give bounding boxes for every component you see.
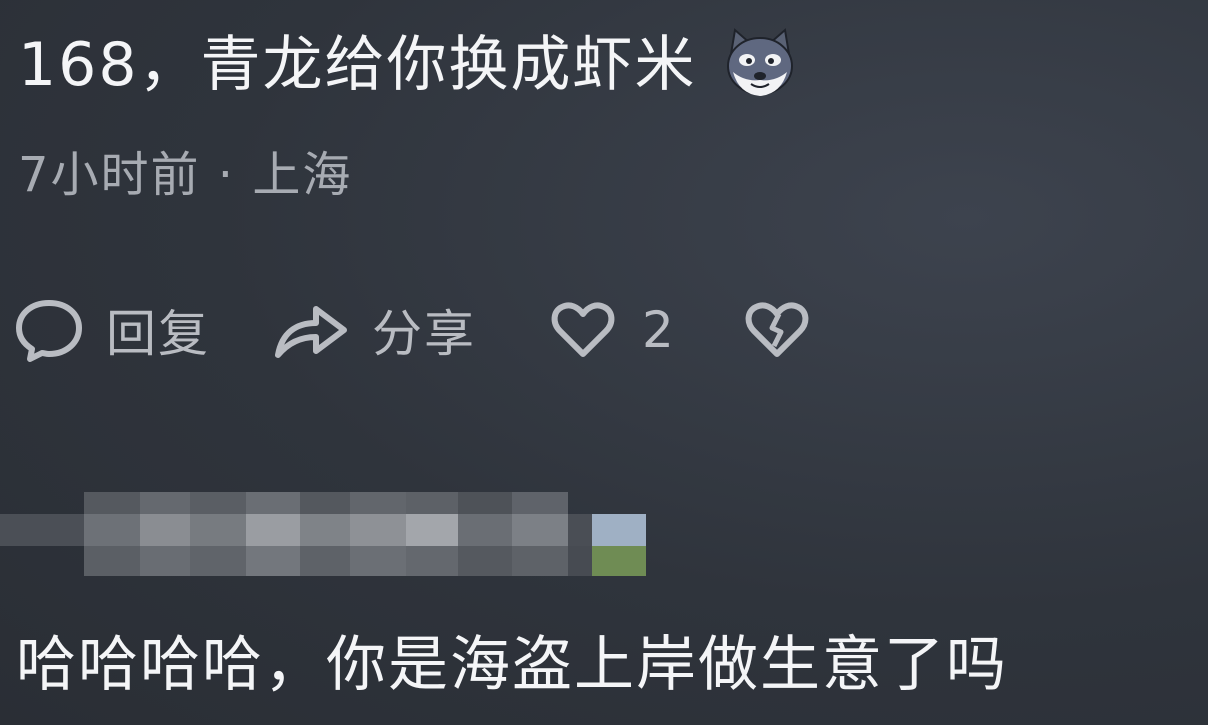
like-count: 2 xyxy=(642,301,676,359)
comment-meta: 7小时前 · 上海 xyxy=(18,147,353,203)
broken-heart-icon xyxy=(744,300,810,360)
heart-icon xyxy=(550,300,616,360)
doge-emoji-icon xyxy=(719,24,801,106)
comment-text: 168，青龙给你换成虾米 xyxy=(18,30,697,100)
share-label: 分享 xyxy=(372,305,476,363)
share-button[interactable]: 分享 xyxy=(272,294,476,366)
censored-username xyxy=(0,492,650,576)
dislike-button[interactable] xyxy=(744,300,810,360)
share-arrow-icon xyxy=(272,299,350,361)
like-button[interactable]: 2 xyxy=(550,300,676,360)
reply-label: 回复 xyxy=(106,305,210,363)
comment-actions: 回复 分享 2 xyxy=(14,290,810,370)
comment-bubble-icon xyxy=(14,297,84,363)
reply-content: 哈哈哈哈，你是海盗上岸做生意了吗 xyxy=(16,630,1008,700)
reply-button[interactable]: 回复 xyxy=(14,294,210,366)
comment-content: 168，青龙给你换成虾米 xyxy=(18,20,801,110)
